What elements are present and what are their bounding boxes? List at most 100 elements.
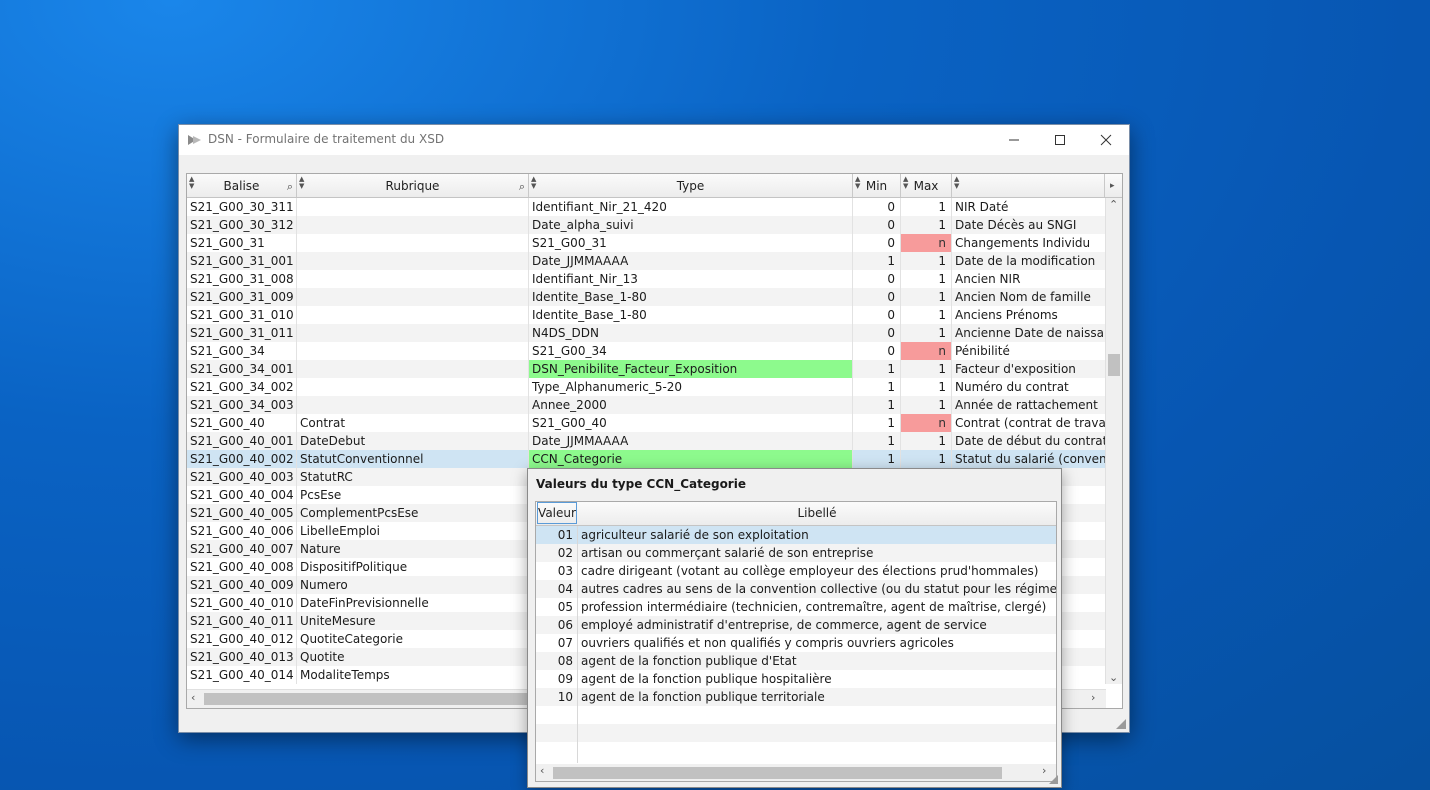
cell-balise[interactable]: S21_G00_34_001	[187, 360, 297, 378]
cell-balise[interactable]: S21_G00_40_003	[187, 468, 297, 486]
table-row[interactable]: S21_G00_30_311 Identifiant_Nir_21_420 0 1 NI…	[187, 198, 1106, 216]
cell-balise[interactable]: S21_G00_40_011	[187, 612, 297, 630]
cell-max[interactable]: 1	[901, 270, 952, 288]
cell-balise[interactable]: S21_G00_40_008	[187, 558, 297, 576]
vertical-scrollbar[interactable]: ⌃ ⌄	[1105, 198, 1122, 684]
cell-type[interactable]: S21_G00_40	[529, 414, 853, 432]
cell-balise[interactable]: S21_G00_31_008	[187, 270, 297, 288]
cell-max[interactable]: n	[901, 414, 952, 432]
cell-libelle[interactable]: Anciens Prénoms	[952, 306, 1106, 324]
cell-max[interactable]: n	[901, 234, 952, 252]
cell-libelle[interactable]: Statut du salarié (conventi	[952, 450, 1106, 468]
cell-libelle[interactable]: NIR Daté	[952, 198, 1106, 216]
cell-balise[interactable]: S21_G00_40_012	[187, 630, 297, 648]
resize-grip-icon[interactable]	[1049, 775, 1058, 784]
cell-rubrique[interactable]: Contrat	[297, 414, 529, 432]
cell-rubrique[interactable]: Nature	[297, 540, 529, 558]
scroll-thumb[interactable]	[1108, 354, 1120, 376]
cell-balise[interactable]: S21_G00_40_006	[187, 522, 297, 540]
cell-balise[interactable]: S21_G00_30_311	[187, 198, 297, 216]
cell-max[interactable]: 1	[901, 216, 952, 234]
chevron-down-icon[interactable]: ⌄	[1109, 671, 1118, 684]
table-row[interactable]: S21_G00_31_008 Identifiant_Nir_13 0 1 Ancien…	[187, 270, 1106, 288]
cell-rubrique[interactable]	[297, 252, 529, 270]
cell-rubrique[interactable]: ComplementPcsEse	[297, 504, 529, 522]
cell-max[interactable]: n	[901, 342, 952, 360]
column-header-valeur[interactable]: Valeur	[537, 502, 577, 524]
list-item[interactable]: 09 agent de la fonction publique hospital…	[536, 670, 1056, 688]
cell-rubrique[interactable]: UniteMesure	[297, 612, 529, 630]
table-row[interactable]: S21_G00_40 Contrat S21_G00_40 1 n Contrat (co…	[187, 414, 1106, 432]
cell-rubrique[interactable]: StatutRC	[297, 468, 529, 486]
table-row[interactable]: S21_G00_31 S21_G00_31 0 n Changements Indivi…	[187, 234, 1106, 252]
cell-min[interactable]: 0	[853, 198, 901, 216]
cell-max[interactable]: 1	[901, 360, 952, 378]
table-row[interactable]: S21_G00_31_009 Identite_Base_1-80 0 1 Ancien…	[187, 288, 1106, 306]
table-row[interactable]: S21_G00_31_010 Identite_Base_1-80 0 1 Ancien…	[187, 306, 1106, 324]
cell-libelle[interactable]: Changements Individu	[952, 234, 1106, 252]
cell-rubrique[interactable]	[297, 378, 529, 396]
table-row[interactable]: S21_G00_40_001 DateDebut Date_JJMMAAAA 1 1 Da…	[187, 432, 1106, 450]
chevron-left-icon[interactable]: ‹	[191, 691, 195, 704]
column-header-type[interactable]: ▲ ▼ Type	[529, 174, 853, 197]
list-item[interactable]: 10 agent de la fonction publique territor…	[536, 688, 1056, 706]
sort-icon[interactable]: ▲ ▼	[189, 176, 194, 190]
cell-balise[interactable]: S21_G00_31	[187, 234, 297, 252]
cell-min[interactable]: 1	[853, 432, 901, 450]
cell-balise[interactable]: S21_G00_40_007	[187, 540, 297, 558]
close-button[interactable]	[1083, 125, 1129, 155]
list-item[interactable]: 03 cadre dirigeant (votant au collège emp…	[536, 562, 1056, 580]
scroll-columns-right-button[interactable]: ▸	[1105, 174, 1122, 197]
chevron-up-icon[interactable]: ⌃	[1109, 198, 1118, 211]
cell-balise[interactable]: S21_G00_31_011	[187, 324, 297, 342]
cell-rubrique[interactable]	[297, 342, 529, 360]
cell-balise[interactable]: S21_G00_30_312	[187, 216, 297, 234]
cell-rubrique[interactable]	[297, 288, 529, 306]
cell-rubrique[interactable]: DateFinPrevisionnelle	[297, 594, 529, 612]
table-row[interactable]: S21_G00_30_312 Date_alpha_suivi 0 1 Date Déc…	[187, 216, 1106, 234]
title-bar[interactable]: DSN - Formulaire de traitement du XSD	[179, 125, 1129, 155]
cell-rubrique[interactable]	[297, 324, 529, 342]
table-row[interactable]: S21_G00_34 S21_G00_34 0 n Pénibilité	[187, 342, 1106, 360]
sort-icon[interactable]: ▲ ▼	[531, 176, 536, 190]
cell-type[interactable]: Date_alpha_suivi	[529, 216, 853, 234]
sort-icon[interactable]: ▲ ▼	[954, 176, 959, 190]
cell-balise[interactable]: S21_G00_40_010	[187, 594, 297, 612]
cell-type[interactable]: CCN_Categorie	[529, 450, 853, 468]
list-item[interactable]: 08 agent de la fonction publique d'Etat	[536, 652, 1056, 670]
cell-max[interactable]: 1	[901, 306, 952, 324]
list-item[interactable]: 01 agriculteur salarié de son exploitatio…	[536, 526, 1056, 544]
cell-libelle[interactable]: Ancien Nom de famille	[952, 288, 1106, 306]
chevron-right-icon[interactable]: ›	[1091, 691, 1095, 704]
values-grid[interactable]: Valeur Libellé 01 agriculteur salarié de …	[535, 501, 1057, 782]
cell-max[interactable]: 1	[901, 324, 952, 342]
cell-max[interactable]: 1	[901, 378, 952, 396]
cell-rubrique[interactable]: Quotite	[297, 648, 529, 666]
cell-rubrique[interactable]: StatutConventionnel	[297, 450, 529, 468]
list-item[interactable]: 07 ouvriers qualifiés et non qualifiés y …	[536, 634, 1056, 652]
cell-min[interactable]: 1	[853, 396, 901, 414]
column-header-max[interactable]: ▲ ▼ Max	[901, 174, 952, 197]
cell-rubrique[interactable]: QuotiteCategorie	[297, 630, 529, 648]
cell-min[interactable]: 1	[853, 414, 901, 432]
list-item[interactable]: 06 employé administratif d'entreprise, de…	[536, 616, 1056, 634]
cell-libelle[interactable]: Date Décès au SNGI	[952, 216, 1106, 234]
cell-max[interactable]: 1	[901, 252, 952, 270]
cell-min[interactable]: 1	[853, 450, 901, 468]
cell-max[interactable]: 1	[901, 198, 952, 216]
cell-type[interactable]: Identite_Base_1-80	[529, 306, 853, 324]
table-row[interactable]: S21_G00_34_002 Type_Alphanumeric_5-20 1 1 Nu…	[187, 378, 1106, 396]
cell-rubrique[interactable]: ModaliteTemps	[297, 666, 529, 684]
cell-balise[interactable]: S21_G00_40_002	[187, 450, 297, 468]
column-header-libelle[interactable]: ▲ ▼	[952, 174, 1105, 197]
cell-balise[interactable]: S21_G00_40_005	[187, 504, 297, 522]
cell-balise[interactable]: S21_G00_31_009	[187, 288, 297, 306]
cell-rubrique[interactable]	[297, 234, 529, 252]
cell-rubrique[interactable]: LibelleEmploi	[297, 522, 529, 540]
table-row[interactable]: S21_G00_40_002 StatutConventionnel CCN_Cat…	[187, 450, 1106, 468]
cell-min[interactable]: 0	[853, 306, 901, 324]
cell-rubrique[interactable]	[297, 306, 529, 324]
cell-min[interactable]: 0	[853, 288, 901, 306]
cell-type[interactable]: Date_JJMMAAAA	[529, 432, 853, 450]
cell-libelle[interactable]: Ancienne Date de naissance	[952, 324, 1106, 342]
